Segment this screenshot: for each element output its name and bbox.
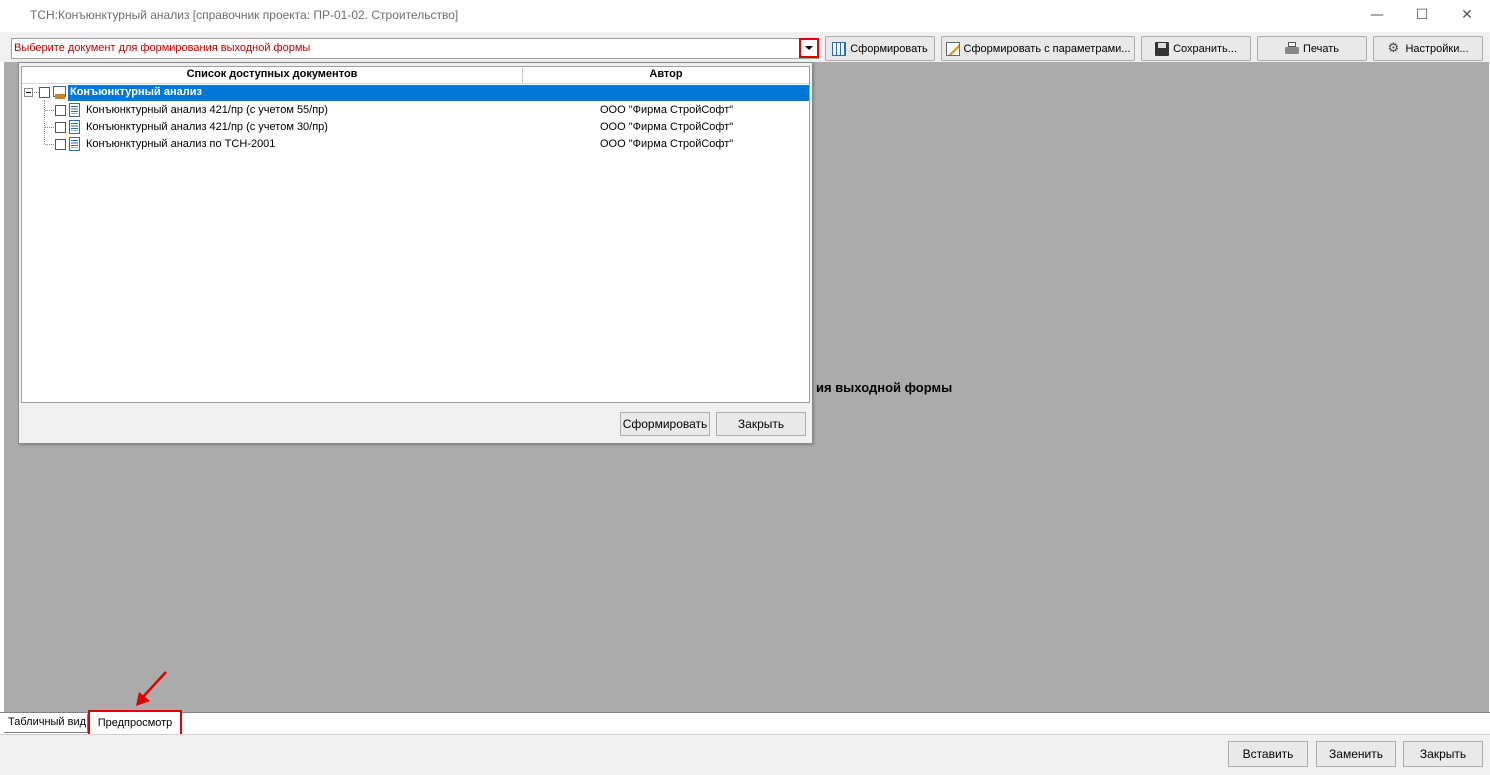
document-select-text: Выберите документ для формирования выход… bbox=[14, 42, 311, 54]
close-button[interactable]: Закрыть bbox=[1403, 741, 1483, 767]
floppy-disk-icon bbox=[1155, 41, 1170, 56]
root-checkbox[interactable] bbox=[39, 87, 50, 98]
tree-item-author: ООО "Фирма СтройСофт" bbox=[600, 104, 734, 116]
popup-close-button[interactable]: Закрыть bbox=[716, 412, 806, 436]
tree-item-label[interactable]: Конъюнктурный анализ 421/пр (с учетом 30… bbox=[86, 121, 328, 133]
tree-root-label: Конъюнктурный анализ bbox=[70, 86, 202, 98]
collapse-toggle-icon[interactable] bbox=[24, 88, 33, 97]
printer-icon bbox=[1284, 41, 1299, 56]
document-icon bbox=[69, 120, 80, 134]
generate-with-params-label: Сформировать с параметрами... bbox=[963, 42, 1131, 55]
window-title: ТСН:Конъюнктурный анализ [справочник про… bbox=[30, 8, 459, 22]
tab-table-view[interactable]: Табличный вид bbox=[4, 714, 88, 733]
replace-button[interactable]: Заменить bbox=[1316, 741, 1396, 767]
edit-form-icon bbox=[945, 41, 960, 56]
column-header-documents[interactable]: Список доступных документов bbox=[22, 68, 522, 80]
tree-connector bbox=[45, 144, 54, 145]
generate-button-label: Сформировать bbox=[850, 42, 928, 55]
table-icon bbox=[832, 41, 847, 56]
chevron-down-icon bbox=[805, 46, 813, 50]
save-button-label: Сохранить... bbox=[1173, 42, 1237, 55]
settings-button[interactable]: ⚙ Настройки... bbox=[1373, 36, 1483, 61]
tab-preview[interactable]: Предпросмотр bbox=[88, 710, 182, 736]
combo-dropdown-button[interactable] bbox=[799, 38, 819, 58]
tree-connector bbox=[44, 100, 45, 144]
close-window-icon[interactable]: ✕ bbox=[1444, 0, 1490, 30]
print-button-label: Печать bbox=[1302, 42, 1340, 55]
print-button[interactable]: Печать bbox=[1257, 36, 1367, 61]
tree-item-label[interactable]: Конъюнктурный анализ по ТСН-2001 bbox=[86, 138, 275, 150]
document-tree-list[interactable] bbox=[21, 66, 810, 403]
generate-with-params-button[interactable]: Сформировать с параметрами... bbox=[941, 36, 1135, 61]
report-folder-icon bbox=[53, 86, 67, 100]
document-icon bbox=[69, 137, 80, 151]
view-tabs-bar bbox=[0, 712, 1490, 734]
document-icon bbox=[69, 103, 80, 117]
item-checkbox[interactable] bbox=[55, 122, 66, 133]
placeholder-message: ия выходной формы bbox=[816, 380, 953, 395]
gear-icon: ⚙ bbox=[1387, 40, 1400, 56]
save-button[interactable]: Сохранить... bbox=[1141, 36, 1251, 61]
item-checkbox[interactable] bbox=[55, 139, 66, 150]
annotation-arrow-icon bbox=[136, 671, 167, 706]
tree-item-label[interactable]: Конъюнктурный анализ 421/пр (с учетом 55… bbox=[86, 104, 328, 116]
popup-generate-button[interactable]: Сформировать bbox=[620, 412, 710, 436]
tree-item-author: ООО "Фирма СтройСофт" bbox=[600, 121, 734, 133]
tree-item-author: ООО "Фирма СтройСофт" bbox=[600, 138, 734, 150]
column-header-author[interactable]: Автор bbox=[523, 68, 809, 80]
tree-connector bbox=[45, 110, 54, 111]
item-checkbox[interactable] bbox=[55, 105, 66, 116]
minimize-icon[interactable]: — bbox=[1354, 0, 1400, 30]
settings-button-label: Настройки... bbox=[1405, 42, 1469, 55]
tree-connector bbox=[45, 127, 54, 128]
generate-button[interactable]: Сформировать bbox=[825, 36, 935, 61]
insert-button[interactable]: Вставить bbox=[1228, 741, 1308, 767]
maximize-icon[interactable]: ☐ bbox=[1399, 0, 1445, 30]
